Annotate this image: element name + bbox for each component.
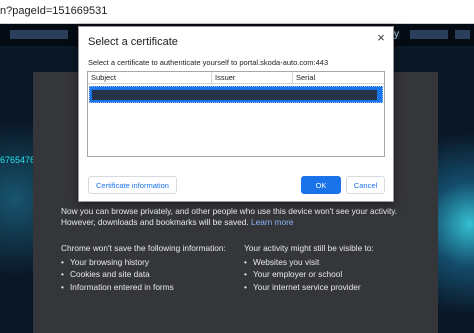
redacted-header-item — [455, 30, 470, 39]
column-divider — [211, 72, 212, 83]
cancel-button[interactable]: Cancel — [346, 176, 385, 194]
background-code-text: 6765476 — [0, 155, 36, 165]
table-header: Subject Issuer Serial — [88, 72, 384, 84]
address-bar[interactable]: n?pageId=151669531 — [0, 0, 474, 24]
learn-more-link[interactable]: Learn more — [251, 217, 293, 227]
incognito-intro-text: Now you can browse privately, and other … — [61, 206, 398, 227]
redacted-header-item — [10, 30, 68, 39]
list-item: Websites you visit — [244, 256, 374, 269]
certificate-information-button[interactable]: Certificate information — [88, 176, 177, 194]
wont-save-heading: Chrome won't save the following informat… — [61, 243, 226, 253]
list-item: Your browsing history — [61, 256, 226, 269]
might-be-visible-heading: Your activity might still be visible to: — [244, 243, 374, 253]
might-be-visible-section: Your activity might still be visible to:… — [244, 242, 374, 293]
list-item: Information entered in forms — [61, 281, 226, 294]
list-item: Your employer or school — [244, 268, 374, 281]
list-item: Cookies and site data — [61, 268, 226, 281]
certificate-table[interactable]: Subject Issuer Serial — [87, 71, 385, 157]
dialog-title: Select a certificate — [88, 36, 178, 48]
column-header-serial[interactable]: Serial — [296, 73, 315, 82]
url-text: n?pageId=151669531 — [0, 5, 108, 17]
column-header-subject[interactable]: Subject — [91, 73, 116, 82]
redacted-certificate-details — [92, 90, 377, 100]
column-header-issuer[interactable]: Issuer — [215, 73, 235, 82]
redacted-header-item — [410, 30, 448, 39]
column-divider — [292, 72, 293, 83]
ok-button[interactable]: OK — [301, 176, 341, 194]
table-row[interactable] — [89, 86, 383, 103]
incognito-intro: Now you can browse privately, and other … — [61, 206, 421, 228]
select-certificate-dialog: Select a certificate × Select a certific… — [78, 26, 394, 202]
dialog-subtitle: Select a certificate to authenticate you… — [88, 58, 329, 67]
close-icon[interactable]: × — [373, 30, 389, 46]
wont-save-section: Chrome won't save the following informat… — [61, 242, 226, 293]
list-item: Your internet service provider — [244, 281, 374, 294]
header-text-fragment: y — [394, 29, 399, 40]
